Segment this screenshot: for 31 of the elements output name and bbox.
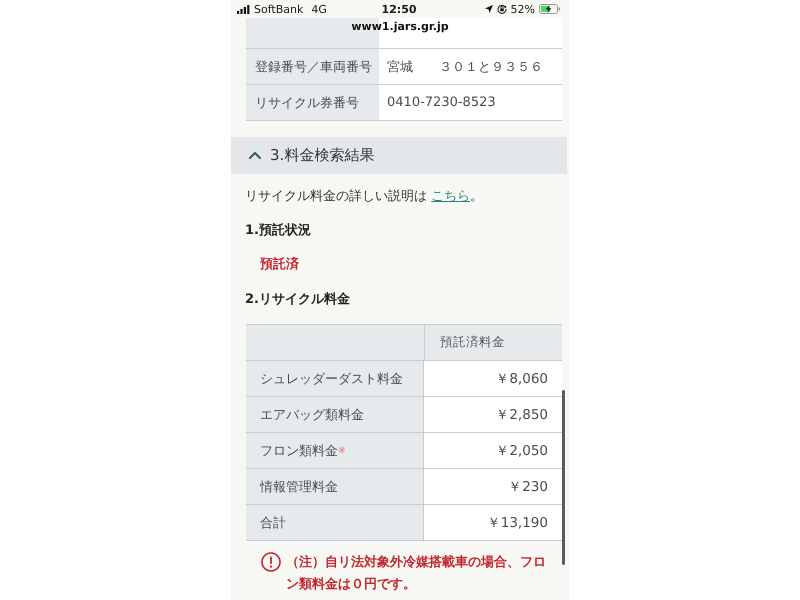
fee-amount-cell: ￥13,190 <box>424 505 562 540</box>
fee-label-cell: シュレッダーダスト料金 <box>246 361 424 396</box>
details-link[interactable]: こちら <box>431 189 470 204</box>
clock-text: 12:50 <box>381 2 416 16</box>
battery-percent-text: 52% <box>510 2 535 16</box>
carrier-text: SoftBank <box>254 2 304 16</box>
address-bar-url[interactable]: www1.jars.gr.jp <box>351 20 449 33</box>
fee-label-cell: 合計 <box>246 505 424 540</box>
description-text: リサイクル料金の詳しい説明は こちら。 <box>245 188 484 206</box>
fee-amount-cell: ￥2,850 <box>424 397 562 432</box>
fee-label-cell: エアバッグ類料金 <box>246 397 424 432</box>
location-arrow-icon <box>484 5 493 13</box>
fee-label-cell: フロン類料金$^{※}$ <box>246 433 424 468</box>
section-toggle[interactable]: 3.料金検索結果 <box>231 137 567 174</box>
note-text: （注）自リ法対象外冷媒搭載車の場合、フロン類料金は０円です。 <box>286 554 547 594</box>
table-label-cell: リサイクル券番号 <box>246 85 379 120</box>
deposit-heading: 1.預託状況 <box>245 222 312 240</box>
warning-icon <box>261 552 281 572</box>
deposit-status-text: 預託済 <box>260 256 299 274</box>
battery-charging-icon <box>539 4 561 14</box>
fee-amount-cell: ￥8,060 <box>424 361 562 396</box>
fee-amount-cell: ￥2,050 <box>424 433 562 468</box>
signal-icon <box>237 4 250 14</box>
caret-icon <box>249 151 261 160</box>
fee-label-cell: 情報管理料金 <box>246 469 424 504</box>
fee-amount-cell: ￥230 <box>424 469 562 504</box>
table-label-cell: 登録番号／車両番号 <box>246 49 379 84</box>
fee-heading: 2.リサイクル料金 <box>245 291 351 309</box>
rotation-lock-icon <box>496 4 507 14</box>
network-text: 4G <box>311 2 327 16</box>
table-header-cell: 預託済料金 <box>424 325 562 360</box>
